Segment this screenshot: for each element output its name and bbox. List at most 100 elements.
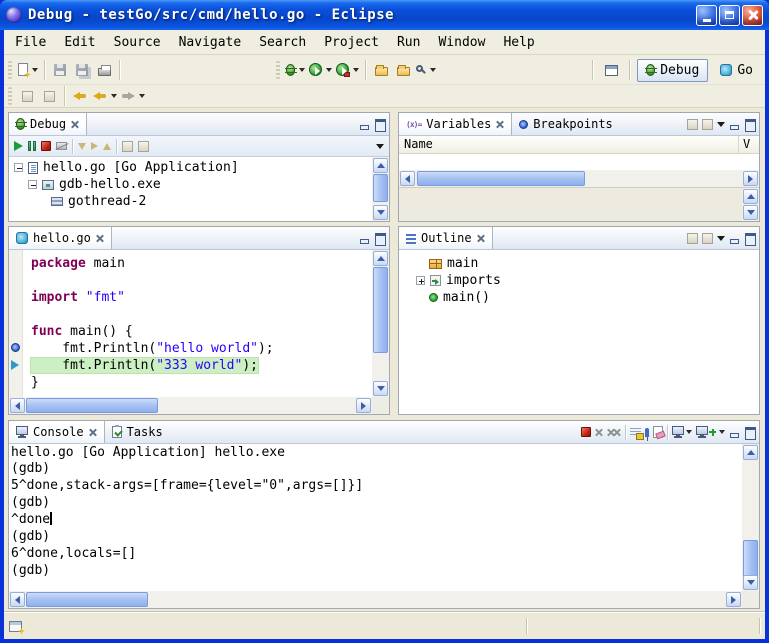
close-button[interactable] (742, 5, 763, 26)
code-line[interactable]: import "fmt" (31, 289, 372, 306)
suspend-icon[interactable] (28, 141, 36, 151)
maximize-view-icon[interactable] (744, 119, 755, 130)
resume-icon[interactable] (14, 141, 23, 151)
code-line[interactable] (31, 272, 372, 289)
debug-tree-thread-row[interactable]: gothread-2 (9, 193, 372, 210)
scroll-right-button[interactable] (356, 398, 371, 413)
perspective-debug-button[interactable]: Debug (637, 59, 708, 82)
menu-help[interactable]: Help (494, 32, 543, 53)
scroll-thumb[interactable] (373, 174, 388, 202)
tab-breakpoints[interactable]: Breakpoints (512, 113, 619, 135)
display-console-button[interactable] (672, 426, 692, 438)
console-output[interactable]: (gdb) 5^done,stack-args=[frame={level="0… (11, 461, 742, 591)
scroll-right-button[interactable] (743, 171, 758, 186)
tab-variables[interactable]: (x)= Variables (399, 113, 512, 135)
maximize-view-icon[interactable] (744, 427, 755, 438)
outline-item-main[interactable]: main (399, 255, 759, 272)
scroll-up-button[interactable] (743, 189, 758, 204)
pin-console-icon[interactable] (645, 428, 649, 437)
close-tab-icon[interactable] (477, 234, 485, 242)
tab-tasks[interactable]: Tasks (105, 421, 170, 443)
minimize-view-icon[interactable] (359, 233, 370, 244)
code-area[interactable]: package main import "fmt" func main() { … (24, 250, 372, 397)
variables-tree[interactable] (399, 154, 759, 170)
maximize-view-icon[interactable] (374, 233, 385, 244)
menu-project[interactable]: Project (315, 32, 388, 53)
run-launch-button[interactable] (307, 58, 334, 82)
open-resource-button[interactable] (392, 58, 414, 82)
debug-tree[interactable]: hello.go [Go Application] gdb-hello.exe … (9, 157, 389, 221)
print-button[interactable] (93, 58, 115, 82)
debug-launch-button[interactable] (284, 58, 307, 82)
outline-tree[interactable]: main imports main() (399, 250, 759, 414)
scroll-lock-icon[interactable] (630, 428, 641, 437)
menu-run[interactable]: Run (388, 32, 429, 53)
remove-launch-icon[interactable] (595, 428, 603, 436)
tab-outline[interactable]: Outline (399, 227, 493, 249)
expand-expander-icon[interactable] (416, 276, 425, 285)
scroll-down-button[interactable] (743, 575, 758, 590)
search-button[interactable] (414, 58, 438, 82)
minimize-view-icon[interactable] (729, 427, 740, 438)
column-name[interactable]: Name (399, 136, 739, 153)
editor-annotation-ruler[interactable] (9, 250, 23, 397)
minimize-view-icon[interactable] (729, 119, 740, 130)
next-annotation-button[interactable] (16, 86, 38, 106)
variables-horizontal-scrollbar[interactable] (399, 170, 759, 187)
scroll-thumb[interactable] (417, 171, 585, 186)
debug-tree-process-row[interactable]: gdb-hello.exe (9, 176, 372, 193)
scroll-down-button[interactable] (373, 381, 388, 396)
console-vertical-scrollbar[interactable] (742, 444, 759, 591)
scroll-right-button[interactable] (726, 592, 741, 607)
scroll-left-button[interactable] (10, 398, 25, 413)
close-tab-icon[interactable] (96, 234, 104, 242)
last-edit-location-button[interactable] (69, 86, 91, 106)
tab-debug[interactable]: Debug (9, 113, 87, 135)
open-console-button[interactable] (696, 426, 725, 438)
console-body[interactable]: hello.go [Go Application] hello.exe (gdb… (9, 444, 759, 608)
perspective-go-button[interactable]: Go (711, 59, 762, 82)
disconnect-icon[interactable] (56, 142, 67, 150)
step-over-icon[interactable] (91, 142, 98, 150)
show-type-names-icon[interactable] (687, 119, 698, 130)
open-perspective-button[interactable] (600, 58, 622, 82)
code-line[interactable]: func main() { (31, 323, 372, 340)
external-tools-button[interactable] (334, 58, 361, 82)
code-line[interactable]: } (31, 374, 372, 391)
console-horizontal-scrollbar[interactable] (9, 591, 742, 608)
code-line-current-instruction[interactable]: fmt.Println("333 world"); (31, 357, 372, 374)
scroll-up-button[interactable] (743, 445, 758, 460)
menu-edit[interactable]: Edit (55, 32, 104, 53)
open-folder-button[interactable] (370, 58, 392, 82)
view-menu-icon[interactable] (376, 144, 384, 149)
new-wizard-button[interactable] (16, 58, 40, 82)
outline-item-main-func[interactable]: main() (399, 289, 759, 306)
toolbar-grip[interactable] (276, 61, 280, 79)
debug-vertical-scrollbar[interactable] (372, 157, 389, 221)
maximize-view-icon[interactable] (744, 233, 755, 244)
minimize-button[interactable] (696, 5, 717, 26)
use-step-filters-icon[interactable] (138, 141, 149, 152)
toolbar-grip[interactable] (8, 87, 12, 105)
minimize-view-icon[interactable] (359, 119, 370, 130)
scroll-thumb[interactable] (26, 398, 158, 413)
menu-navigate[interactable]: Navigate (170, 32, 251, 53)
toolbar-grip[interactable] (8, 61, 12, 79)
scroll-thumb[interactable] (743, 540, 758, 578)
tab-console[interactable]: Console (9, 421, 105, 443)
menu-source[interactable]: Source (105, 32, 170, 53)
close-tab-icon[interactable] (89, 428, 97, 436)
maximize-button[interactable] (719, 5, 740, 26)
outline-item-imports[interactable]: imports (399, 272, 759, 289)
clear-console-icon[interactable] (653, 426, 663, 438)
detail-vertical-scrollbar[interactable] (742, 188, 759, 221)
close-tab-icon[interactable] (71, 120, 79, 128)
code-line[interactable] (31, 306, 372, 323)
scroll-up-button[interactable] (373, 158, 388, 173)
filter-icon[interactable] (702, 233, 713, 244)
scroll-left-button[interactable] (10, 592, 25, 607)
drop-to-frame-icon[interactable] (122, 141, 133, 152)
variables-detail-pane[interactable] (399, 187, 759, 221)
close-tab-icon[interactable] (496, 120, 504, 128)
scroll-thumb[interactable] (373, 267, 388, 353)
